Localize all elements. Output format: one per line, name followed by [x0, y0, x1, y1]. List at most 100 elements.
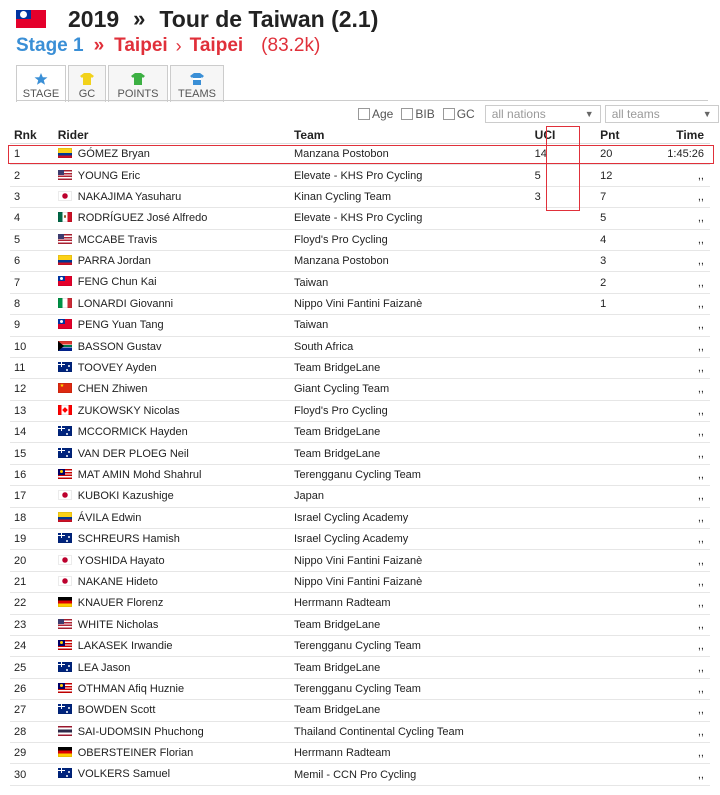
tab-points[interactable]: POINTS — [108, 65, 168, 102]
rider-name-link[interactable]: VAN DER PLOEG Neil — [78, 448, 189, 460]
table-row[interactable]: 2 YOUNG Eric Elevate - KHS Pro Cycling 5 12,… — [10, 164, 710, 187]
team-name-link[interactable]: Herrmann Radteam — [289, 592, 527, 615]
race-year[interactable]: 2019 — [68, 6, 119, 33]
rider-name-link[interactable]: OTHMAN Afiq Huznie — [78, 683, 184, 695]
table-row[interactable]: 26 OTHMAN Afiq Huznie Terengganu Cycling T… — [10, 678, 710, 701]
team-name-link[interactable]: Japan — [289, 485, 527, 508]
table-row[interactable]: 18 ÁVILA Edwin Israel Cycling Academy,, — [10, 507, 710, 530]
team-name-link[interactable]: Team BridgeLane — [289, 656, 527, 679]
rider-name-link[interactable]: SAI-UDOMSIN Phuchong — [78, 726, 204, 738]
team-name-link[interactable]: Terengganu Cycling Team — [289, 635, 527, 658]
table-row[interactable]: 3 NAKAJIMA Yasuharu Kinan Cycling Team 3 7,, — [10, 186, 710, 209]
team-name-link[interactable]: Taiwan — [289, 271, 527, 294]
col-time[interactable]: Time — [663, 126, 710, 144]
rider-name-link[interactable]: MCCORMICK Hayden — [78, 426, 188, 438]
table-row[interactable]: 11 TOOVEY Ayden Team BridgeLane,, — [10, 357, 710, 380]
rider-name-link[interactable]: BOWDEN Scott — [78, 704, 156, 716]
table-row[interactable]: 12 ★ CHEN Zhiwen Giant Cycling Team,, — [10, 378, 710, 401]
rider-name-link[interactable]: KUBOKI Kazushige — [78, 490, 174, 502]
team-name-link[interactable]: Team BridgeLane — [289, 614, 527, 636]
team-name-link[interactable]: Team BridgeLane — [289, 442, 527, 465]
rider-name-link[interactable]: YOSHIDA Hayato — [78, 555, 165, 567]
team-name-link[interactable]: Terengganu Cycling Team — [289, 464, 527, 487]
team-name-link[interactable]: Nippo Vini Fantini Faizanè — [289, 571, 527, 594]
table-row[interactable]: 29 OBERSTEINER Florian Herrmann Radteam,, — [10, 742, 710, 765]
rider-name-link[interactable]: CHEN Zhiwen — [78, 384, 148, 396]
team-name-link[interactable]: Herrmann Radteam — [289, 742, 527, 765]
rider-name-link[interactable]: MCCABE Travis — [78, 234, 157, 246]
tab-gc[interactable]: GC — [68, 65, 106, 102]
rider-name-link[interactable]: FENG Chun Kai — [78, 277, 157, 289]
rider-name-link[interactable]: YOUNG Eric — [78, 170, 140, 182]
team-name-link[interactable]: Nippo Vini Fantini Faizanè — [289, 549, 527, 572]
rider-name-link[interactable]: ÁVILA Edwin — [78, 512, 142, 524]
table-row[interactable]: 15 VAN DER PLOEG Neil Team BridgeLane,, — [10, 442, 710, 465]
rider-name-link[interactable]: GÓMEZ Bryan — [78, 148, 150, 160]
table-row[interactable]: 20 YOSHIDA Hayato Nippo Vini Fantini Faiza… — [10, 549, 710, 572]
rider-name-link[interactable]: BASSON Gustav — [78, 341, 162, 353]
table-row[interactable]: 16 MAT AMIN Mohd Shahrul Terengganu Cyclin… — [10, 464, 710, 487]
bib-checkbox[interactable] — [401, 108, 414, 120]
rider-name-link[interactable]: TOOVEY Ayden — [78, 362, 157, 374]
rider-name-link[interactable]: SCHREURS Hamish — [78, 533, 180, 545]
table-row[interactable]: 23 WHITE Nicholas Team BridgeLane,, — [10, 614, 710, 636]
team-name-link[interactable]: South Africa — [289, 336, 527, 358]
table-row[interactable]: 24 LAKASEK Irwandie Terengganu Cycling Tea… — [10, 635, 710, 658]
table-row[interactable]: 13 ZUKOWSKY Nicolas Floyd's Pro Cycling,, — [10, 400, 710, 423]
rider-name-link[interactable]: WHITE Nicholas — [78, 619, 159, 631]
tab-stage[interactable]: STAGE — [16, 65, 66, 102]
race-name[interactable]: Tour de Taiwan (2.1) — [159, 6, 378, 33]
table-row[interactable]: 4 RODRÍGUEZ José Alfredo Elevate - KHS Pro… — [10, 207, 710, 230]
table-row[interactable]: 28 SAI-UDOMSIN Phuchong Thailand Continent… — [10, 721, 710, 743]
rider-name-link[interactable]: ZUKOWSKY Nicolas — [78, 405, 180, 417]
team-name-link[interactable]: Nippo Vini Fantini Faizanè — [289, 293, 527, 316]
team-name-link[interactable]: Israel Cycling Academy — [289, 528, 527, 551]
rider-name-link[interactable]: RODRÍGUEZ José Alfredo — [78, 212, 208, 224]
table-row[interactable]: 30 VOLKERS Samuel Memil - CCN Pro Cycling,… — [10, 763, 710, 786]
table-row[interactable]: 1 GÓMEZ Bryan Manzana Postobon 14 20 1:45:26 — [10, 143, 710, 166]
rider-name-link[interactable]: NAKAJIMA Yasuharu — [78, 191, 182, 203]
rider-name-link[interactable]: PENG Yuan Tang — [78, 319, 164, 331]
col-uci[interactable]: UCI — [526, 126, 583, 144]
table-row[interactable]: 19 SCHREURS Hamish Israel Cycling Academy,… — [10, 528, 710, 551]
table-row[interactable]: 27 BOWDEN Scott Team BridgeLane,, — [10, 699, 710, 722]
table-row[interactable]: 14 MCCORMICK Hayden Team BridgeLane,, — [10, 421, 710, 444]
team-name-link[interactable]: Elevate - KHS Pro Cycling — [289, 207, 527, 230]
table-row[interactable]: 25 LEA Jason Team BridgeLane,, — [10, 656, 710, 679]
team-select[interactable]: all teams ▼ — [604, 105, 719, 123]
rider-name-link[interactable]: VOLKERS Samuel — [78, 769, 170, 781]
rider-name-link[interactable]: LONARDI Giovanni — [78, 298, 173, 310]
team-name-link[interactable]: Team BridgeLane — [289, 357, 527, 380]
rider-name-link[interactable]: PARRA Jordan — [78, 255, 151, 267]
col-pnt[interactable]: Pnt — [582, 126, 664, 144]
table-row[interactable]: 22 KNAUER Florenz Herrmann Radteam,, — [10, 592, 710, 615]
team-name-link[interactable]: Israel Cycling Academy — [289, 507, 527, 530]
team-name-link[interactable]: Thailand Continental Cycling Team — [289, 721, 527, 743]
col-rider[interactable]: Rider — [51, 126, 290, 144]
rider-name-link[interactable]: KNAUER Florenz — [78, 597, 164, 609]
age-checkbox[interactable] — [358, 108, 370, 120]
team-name-link[interactable]: Floyd's Pro Cycling — [289, 400, 527, 423]
col-team[interactable]: Team — [289, 126, 527, 144]
nation-select[interactable]: all nations ▼ — [484, 105, 601, 123]
team-name-link[interactable]: Terengganu Cycling Team — [289, 678, 527, 701]
team-name-link[interactable]: Elevate - KHS Pro Cycling — [289, 164, 527, 187]
team-name-link[interactable]: Manzana Postobon — [289, 250, 527, 273]
rider-name-link[interactable]: LAKASEK Irwandie — [78, 640, 173, 652]
rider-name-link[interactable]: MAT AMIN Mohd Shahrul — [78, 469, 202, 481]
col-rnk[interactable]: Rnk — [10, 126, 52, 144]
rider-name-link[interactable]: LEA Jason — [78, 662, 131, 674]
team-name-link[interactable]: Memil - CCN Pro Cycling — [289, 763, 527, 786]
team-name-link[interactable]: Floyd's Pro Cycling — [289, 229, 527, 251]
table-row[interactable]: 6 PARRA Jordan Manzana Postobon 3,, — [10, 250, 710, 273]
table-row[interactable]: 21 NAKANE Hideto Nippo Vini Fantini Faizan… — [10, 571, 710, 594]
rider-name-link[interactable]: OBERSTEINER Florian — [78, 747, 194, 759]
team-name-link[interactable]: Team BridgeLane — [289, 421, 527, 444]
tab-teams[interactable]: TEAMS — [170, 65, 224, 102]
gc-checkbox[interactable] — [442, 108, 455, 120]
table-row[interactable]: 17 KUBOKI Kazushige Japan,, — [10, 485, 710, 508]
table-row[interactable]: 10 BASSON Gustav South Africa,, — [10, 336, 710, 358]
team-name-link[interactable]: Team BridgeLane — [289, 699, 527, 722]
table-row[interactable]: 7 FENG Chun Kai Taiwan 2,, — [10, 271, 710, 294]
team-name-link[interactable]: Kinan Cycling Team — [289, 186, 527, 209]
